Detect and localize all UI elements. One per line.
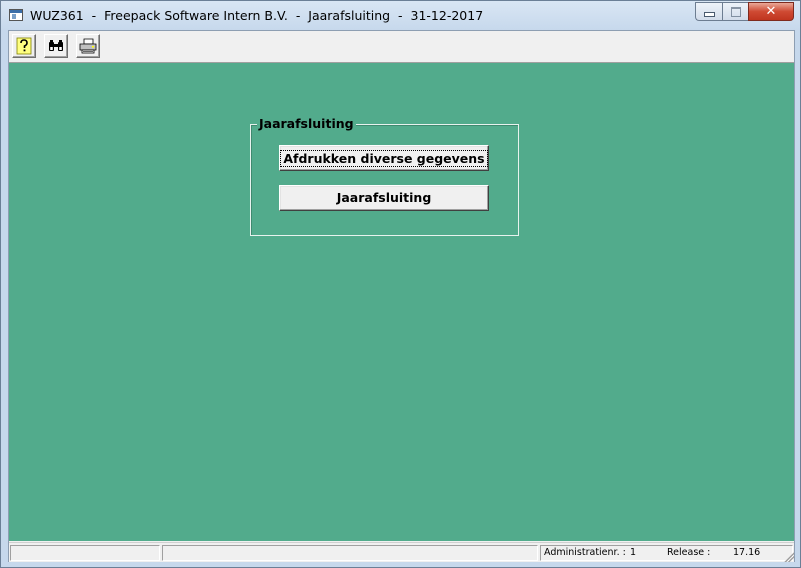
maximize-icon: [730, 6, 741, 17]
binoculars-icon: [49, 40, 63, 51]
window-title: WUZ361 - Freepack Software Intern B.V. -…: [30, 8, 484, 23]
status-panel-2: [162, 545, 538, 561]
print-various-data-label: Afdrukken diverse gegevens: [280, 150, 488, 167]
close-button[interactable]: ✕: [748, 2, 794, 21]
toolbar: [9, 31, 794, 63]
client-area: Jaarafsluiting Afdrukken diverse gegeven…: [8, 30, 795, 562]
year-end-closing-label: Jaarafsluiting: [336, 190, 432, 205]
title-bar[interactable]: WUZ361 - Freepack Software Intern B.V. -…: [1, 1, 800, 30]
caption-buttons: ✕: [695, 2, 794, 21]
application-window: WUZ361 - Freepack Software Intern B.V. -…: [0, 0, 801, 568]
help-button[interactable]: [12, 34, 36, 58]
maximize-button[interactable]: [722, 2, 748, 21]
close-icon: ✕: [765, 4, 777, 19]
printer-icon: [79, 38, 97, 54]
print-button[interactable]: [76, 34, 100, 58]
status-bar: Administratienr. : 1 Release : 17.16: [9, 542, 794, 562]
resize-grip-icon[interactable]: [782, 550, 794, 562]
find-button[interactable]: [44, 34, 68, 58]
status-panel-1: [10, 545, 160, 561]
status-panel-info: Administratienr. : 1 Release : 17.16: [540, 545, 793, 561]
application-window-icon[interactable]: [9, 9, 23, 21]
minimize-icon: [703, 12, 715, 17]
year-end-closing-button[interactable]: Jaarafsluiting: [279, 185, 489, 211]
print-various-data-button[interactable]: Afdrukken diverse gegevens: [279, 145, 489, 171]
minimize-button[interactable]: [695, 2, 722, 21]
administration-label: Administratienr. :: [544, 547, 626, 558]
administration-number: 1: [630, 547, 637, 558]
main-panel: Jaarafsluiting Afdrukken diverse gegeven…: [9, 63, 794, 541]
group-title: Jaarafsluiting: [257, 116, 356, 132]
question-mark-icon: [16, 37, 32, 55]
release-number: 17.16: [733, 547, 761, 558]
release-label: Release :: [667, 547, 711, 558]
jaarafsluiting-group: Jaarafsluiting Afdrukken diverse gegeven…: [250, 116, 519, 236]
